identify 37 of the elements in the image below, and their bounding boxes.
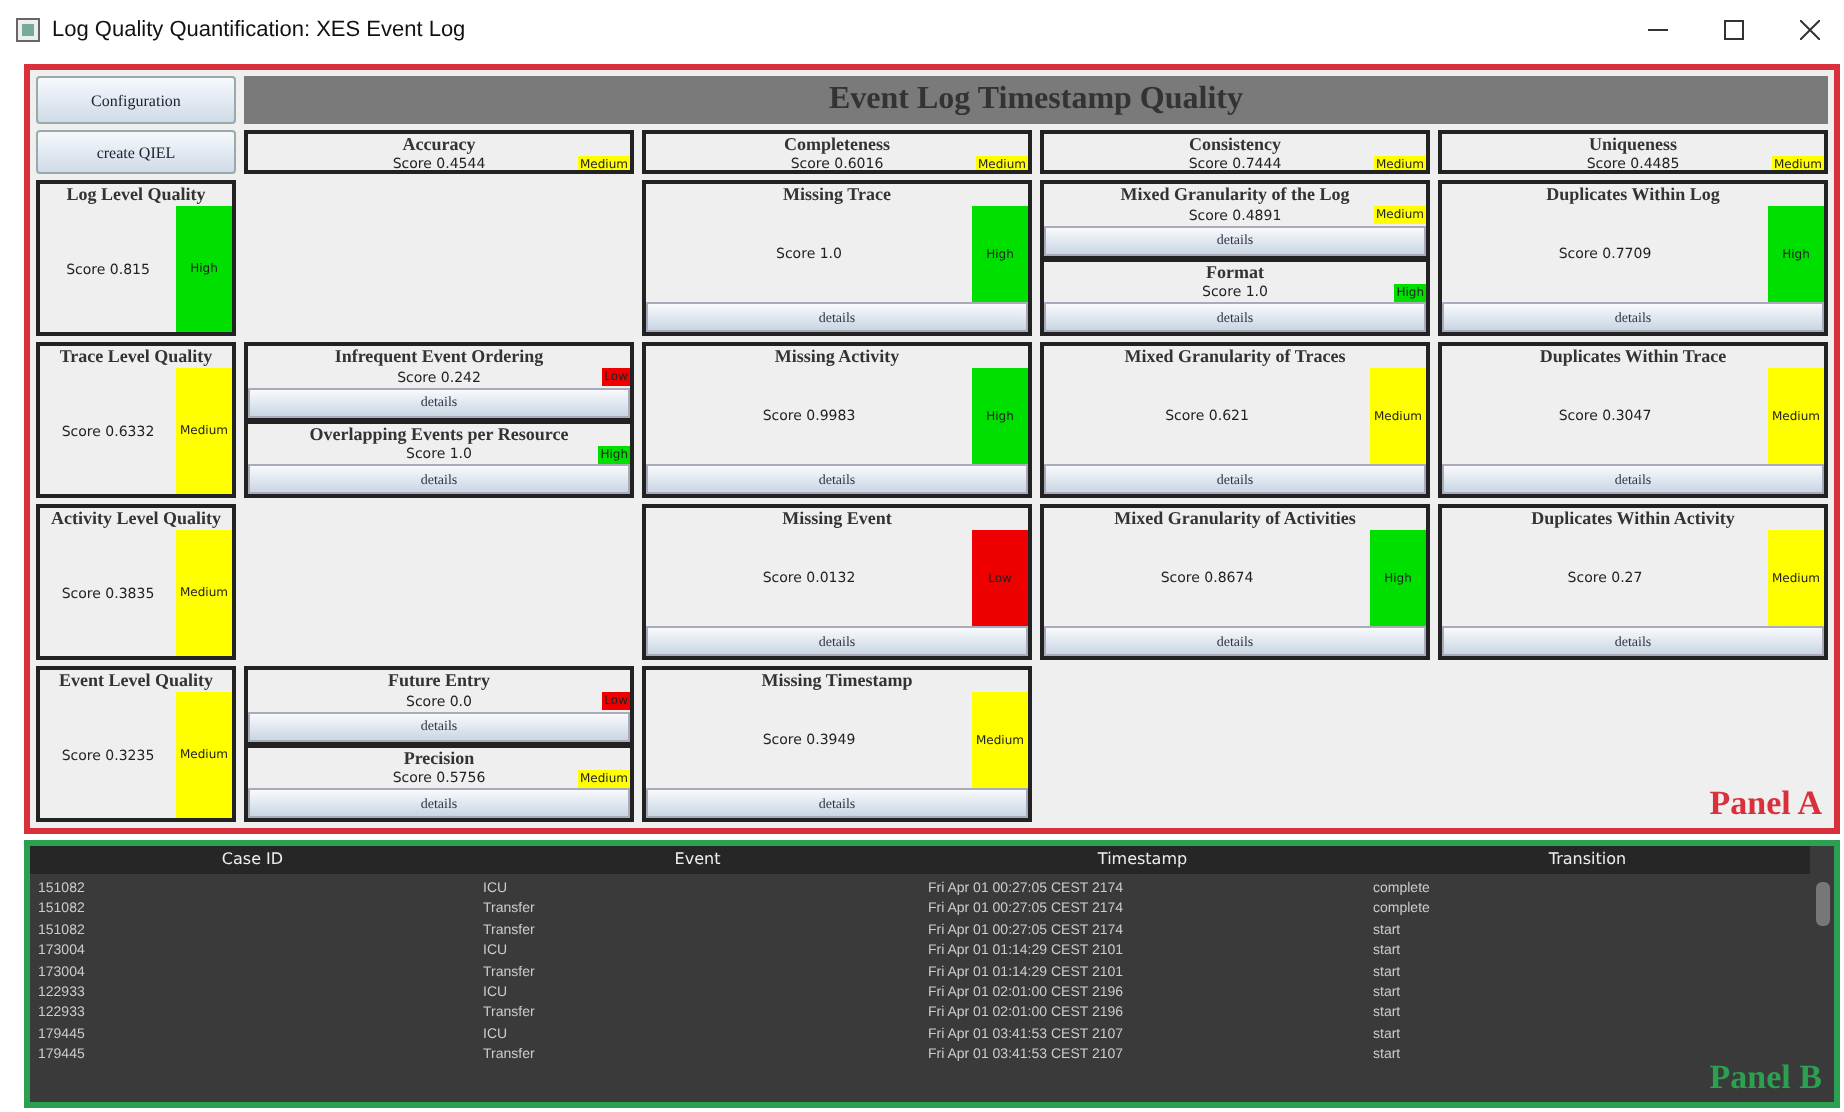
metric-title: Mixed Granularity of Traces (1122, 346, 1348, 368)
metric-title: Format (1204, 261, 1266, 283)
metric-title: Mixed Granularity of the Log (1118, 184, 1352, 206)
app-icon (16, 18, 40, 42)
dimension-title: Uniqueness (1586, 134, 1679, 156)
metric-title: Mixed Granularity of Activities (1112, 508, 1358, 530)
metric-title: Future Entry (385, 670, 493, 692)
metric-title: Infrequent Event Ordering (332, 346, 546, 368)
close-icon[interactable] (1800, 20, 1820, 40)
maximize-icon[interactable] (1724, 20, 1744, 40)
column-header[interactable]: Timestamp (920, 846, 1365, 874)
panel-heading: Event Log Timestamp Quality (244, 76, 1828, 124)
column-header[interactable]: Case ID (30, 846, 475, 874)
metric-title: Duplicates Within Trace (1537, 346, 1729, 368)
level-title: Trace Level Quality (57, 346, 215, 368)
dimension-title: Completeness (782, 134, 892, 156)
dimension-title: Accuracy (400, 134, 478, 156)
level-title: Activity Level Quality (49, 508, 223, 530)
panel-label: Panel A (1709, 784, 1822, 824)
metric-title: Missing Timestamp (759, 670, 915, 692)
window-title: Log Quality Quantification: XES Event Log (52, 18, 468, 42)
metric-title: Overlapping Events per Resource (307, 423, 571, 445)
scrollbar-thumb[interactable] (1816, 882, 1830, 926)
dimension-title: Consistency (1186, 134, 1283, 156)
metric-title: Precision (401, 747, 477, 769)
column-header[interactable]: Event (475, 846, 920, 874)
metric-title: Missing Trace (781, 184, 893, 206)
metric-title: Duplicates Within Log (1544, 184, 1722, 206)
level-title: Event Level Quality (57, 670, 215, 692)
create-qiel-button[interactable]: create QIEL (36, 130, 236, 174)
level-title: Log Level Quality (64, 184, 208, 206)
metric-title: Missing Event (780, 508, 894, 530)
metric-title: Missing Activity (772, 346, 902, 368)
column-header[interactable]: Transition (1365, 846, 1810, 874)
panel-label: Panel B (1709, 1058, 1822, 1098)
metric-title: Duplicates Within Activity (1529, 508, 1737, 530)
configuration-button[interactable]: Configuration (36, 76, 236, 124)
